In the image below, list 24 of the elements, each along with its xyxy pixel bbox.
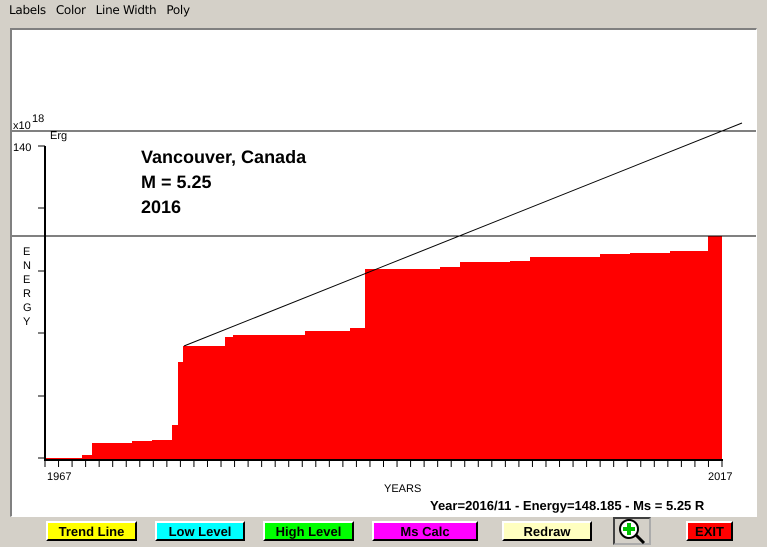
menu-item[interactable]: Color: [50, 3, 91, 17]
x-axis-label: YEARS: [384, 483, 422, 495]
menu-item[interactable]: Poly: [161, 3, 195, 17]
y-axis-value: 140: [13, 142, 32, 154]
menu-item[interactable]: Line Width: [90, 3, 162, 17]
status-readout: Year=2016/11 - Energy=148.185 - Ms = 5.25 R: [430, 498, 704, 513]
unit-prefix: x10: [13, 120, 31, 132]
zoom-in-icon: [617, 518, 647, 544]
action-button[interactable]: High Level: [263, 521, 354, 541]
zoom-button[interactable]: [613, 517, 651, 545]
menu-item[interactable]: Labels: [4, 3, 51, 17]
x-axis-value: 2017: [708, 471, 732, 483]
action-button[interactable]: Low Level: [155, 521, 245, 541]
chart-title: M = 5.25: [141, 172, 212, 192]
action-button[interactable]: Trend Line: [46, 521, 137, 541]
y-axis-label: ENERGY: [23, 246, 32, 328]
action-button[interactable]: EXIT: [686, 521, 733, 541]
unit-exponent: 18: [32, 113, 44, 125]
x-axis-value: 1967: [47, 471, 72, 483]
unit-label: Erg: [50, 130, 68, 142]
action-button[interactable]: Redraw: [502, 521, 592, 541]
chart-title: 2016: [141, 197, 182, 217]
chart-title: Vancouver, Canada: [141, 147, 306, 167]
action-button[interactable]: Ms Calc: [372, 521, 478, 541]
